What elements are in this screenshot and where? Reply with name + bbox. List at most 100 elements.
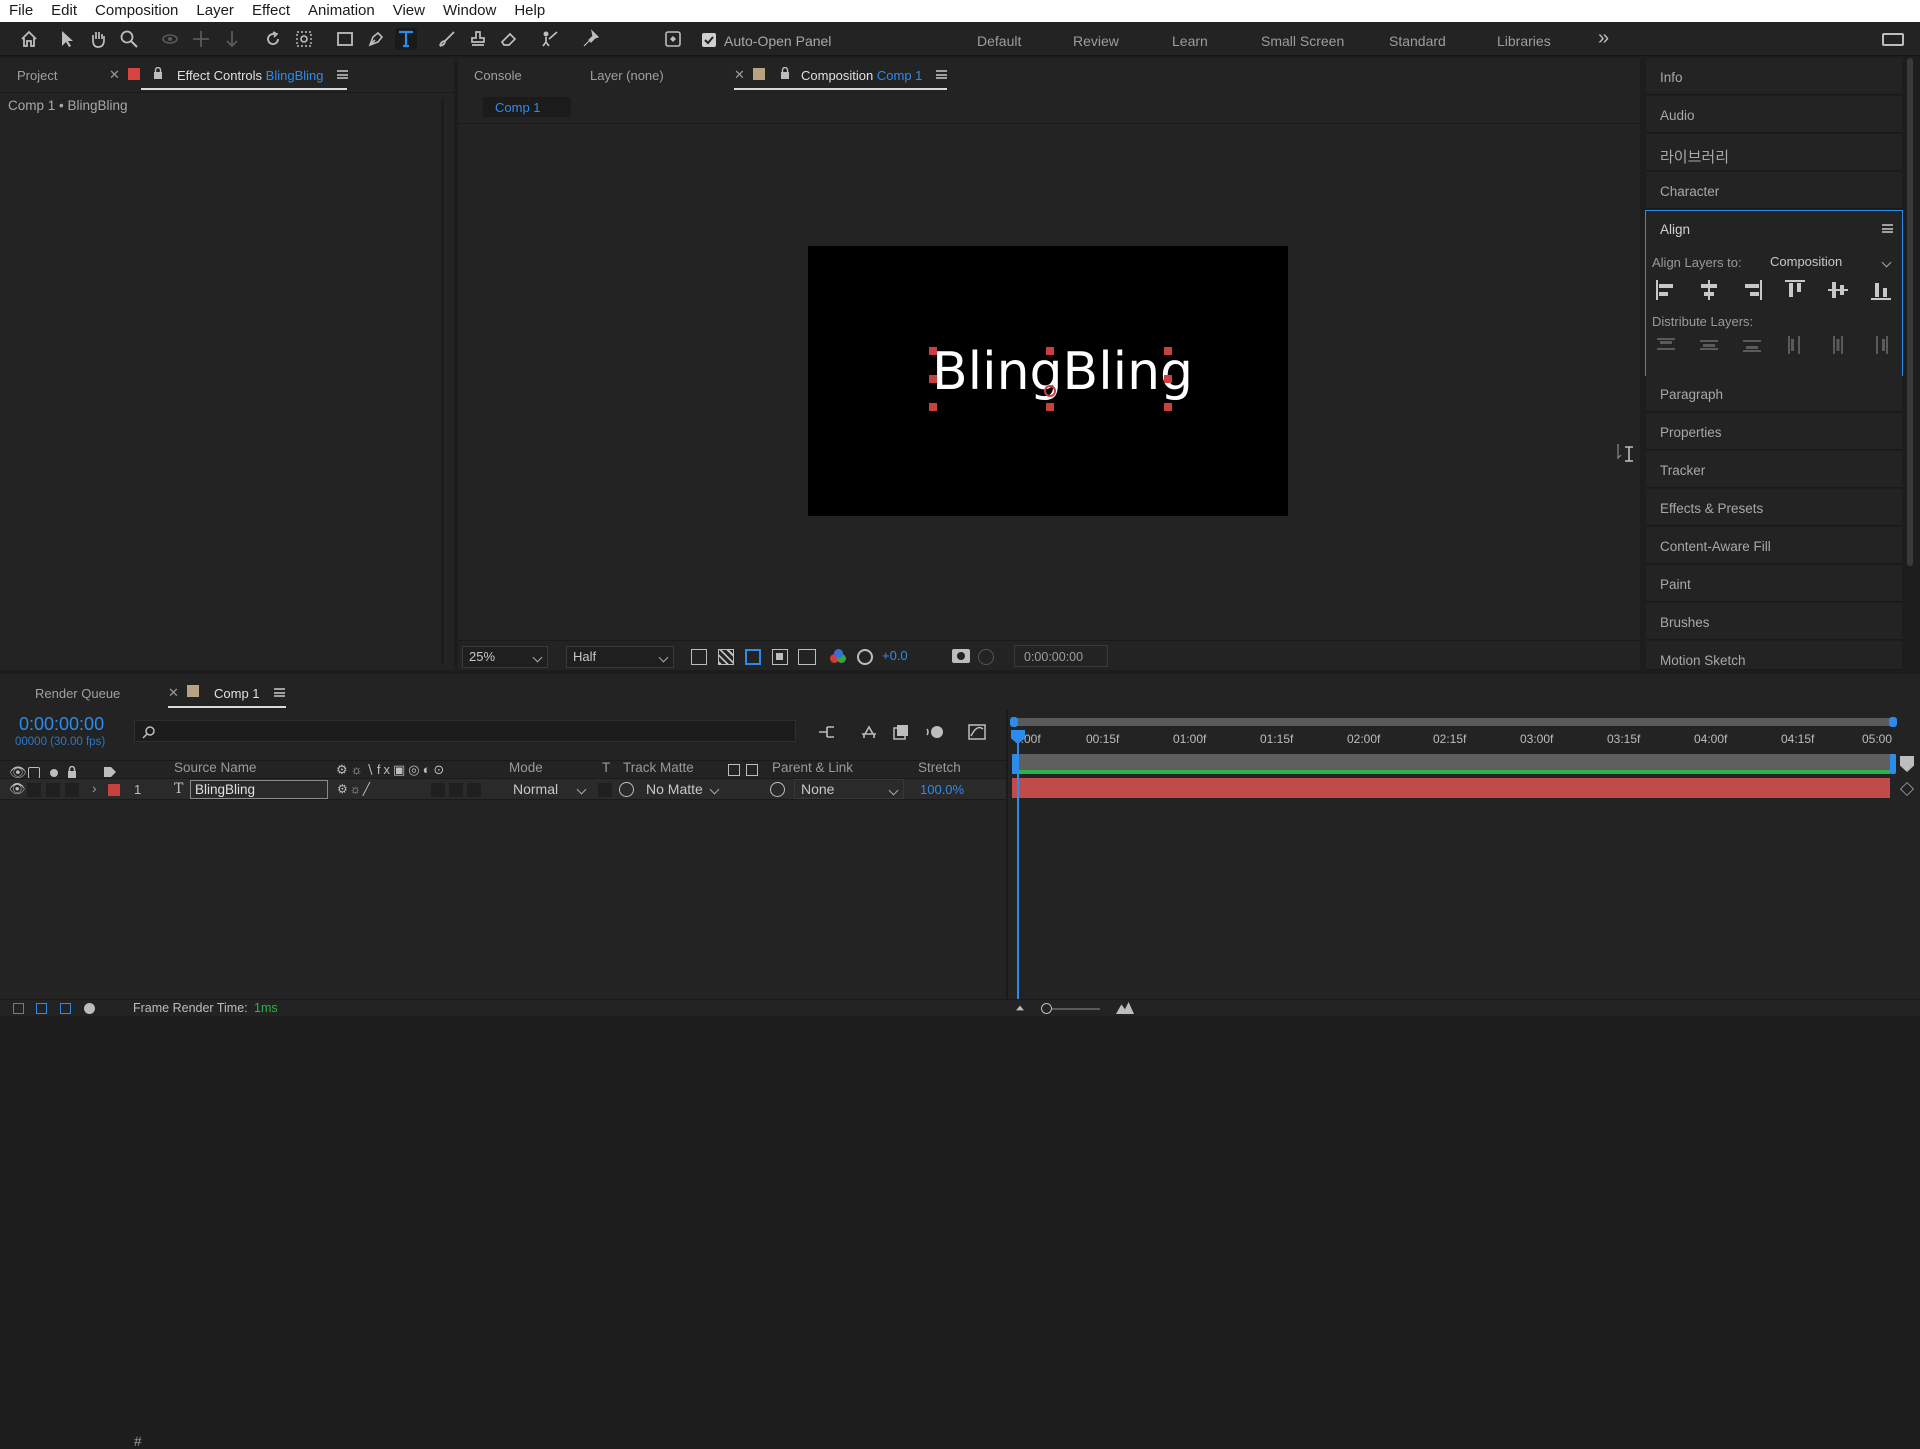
- frame-blending-icon[interactable]: [891, 722, 911, 742]
- layer-switch-slot[interactable]: [449, 783, 463, 797]
- zoom-dropdown[interactable]: 25%: [462, 646, 548, 668]
- expand-modes-icon[interactable]: [36, 1003, 47, 1014]
- menu-edit[interactable]: Edit: [42, 0, 86, 22]
- tab-effect-controls[interactable]: Effect Controls BlingBling: [177, 68, 323, 83]
- align-left-icon[interactable]: [1654, 278, 1678, 302]
- layer-mode-dropdown[interactable]: Normal: [507, 779, 591, 799]
- menu-composition[interactable]: Composition: [86, 0, 187, 22]
- transparency-grid-icon[interactable]: [718, 649, 734, 665]
- anchor-point-tool-icon[interactable]: [293, 28, 315, 50]
- menu-effect[interactable]: Effect: [243, 0, 299, 22]
- panel-brushes[interactable]: Brushes: [1646, 603, 1902, 640]
- panel-properties[interactable]: Properties: [1646, 413, 1902, 450]
- align-vertical-center-icon[interactable]: [1826, 278, 1850, 302]
- lock-icon[interactable]: [780, 67, 790, 79]
- layer-switch-icons[interactable]: ⚙☼╱: [337, 782, 372, 796]
- transform-handle[interactable]: [929, 375, 937, 383]
- rotate-tool-icon[interactable]: [262, 28, 284, 50]
- region-of-interest-icon[interactable]: [772, 649, 788, 665]
- close-tab-icon[interactable]: ✕: [109, 67, 120, 83]
- col-source-name[interactable]: Source Name: [174, 760, 257, 775]
- col-mode[interactable]: Mode: [509, 760, 543, 775]
- menu-view[interactable]: View: [384, 0, 434, 22]
- parent-pickwhip-icon[interactable]: [770, 782, 785, 797]
- expand-chevron-icon[interactable]: ›: [92, 780, 97, 796]
- viewer-timecode[interactable]: 0:00:00:00: [1014, 645, 1108, 667]
- layer-lock-toggle[interactable]: [65, 783, 79, 797]
- panel-menu-icon[interactable]: [274, 688, 285, 697]
- motion-blur-icon[interactable]: [925, 722, 945, 742]
- tab-timeline-comp[interactable]: Comp 1: [214, 686, 260, 701]
- exposure-value[interactable]: +0.0: [882, 648, 908, 663]
- table-row[interactable]: 👁 › 1 T BlingBling ⚙☼╱ Normal No Matte N…: [0, 778, 1008, 800]
- panel-character[interactable]: Character: [1646, 172, 1902, 209]
- puppet-pin-icon[interactable]: [580, 28, 602, 50]
- layer-audio-toggle[interactable]: [27, 783, 41, 797]
- current-time-display[interactable]: 0:00:00:00: [19, 714, 104, 735]
- panel-content-aware-fill[interactable]: Content-Aware Fill: [1646, 527, 1902, 564]
- layer-solo-toggle[interactable]: [46, 783, 60, 797]
- timeline-zoom-thumb[interactable]: [1041, 1003, 1052, 1014]
- guides-grid-icon[interactable]: [798, 649, 816, 665]
- time-navigator-end-handle[interactable]: [1889, 717, 1897, 727]
- tab-project[interactable]: Project: [17, 68, 57, 83]
- transform-handle[interactable]: [1164, 347, 1172, 355]
- zoom-in-icon[interactable]: [1116, 1002, 1134, 1014]
- hand-tool-icon[interactable]: [87, 28, 109, 50]
- transform-handle[interactable]: [1164, 403, 1172, 411]
- workspace-overflow-icon[interactable]: »: [1598, 27, 1609, 50]
- composition-canvas[interactable]: BlingBling: [808, 246, 1288, 516]
- layer-switch-slot[interactable]: [467, 783, 481, 797]
- transform-handle[interactable]: [929, 347, 937, 355]
- expand-timing-icon[interactable]: [60, 1003, 71, 1014]
- timeline-search-input[interactable]: [134, 720, 796, 742]
- workspace-review[interactable]: Review: [1073, 33, 1119, 49]
- time-navigator-start-handle[interactable]: [1010, 717, 1018, 727]
- keyframe-nav-icon[interactable]: [1900, 782, 1914, 796]
- mask-visibility-icon[interactable]: [745, 649, 761, 665]
- panel-menu-icon[interactable]: [337, 70, 348, 79]
- align-bottom-icon[interactable]: [1869, 278, 1893, 302]
- align-horizontal-center-icon[interactable]: [1697, 278, 1721, 302]
- right-panel-scrollbar[interactable]: [1907, 58, 1913, 566]
- panel-menu-icon[interactable]: [1882, 224, 1893, 233]
- resolution-dropdown[interactable]: Half: [566, 646, 674, 668]
- layer-name-field[interactable]: BlingBling: [190, 780, 328, 799]
- close-tab-icon[interactable]: ✕: [168, 685, 179, 701]
- timeline-splitter[interactable]: [1006, 710, 1008, 1000]
- pen-tool-icon[interactable]: [365, 28, 387, 50]
- share-review-icon[interactable]: [1882, 33, 1904, 46]
- time-navigator[interactable]: [1012, 718, 1896, 726]
- workspace-default[interactable]: Default: [977, 33, 1021, 49]
- panel-info[interactable]: Info: [1646, 58, 1902, 95]
- work-area-end-handle[interactable]: [1890, 754, 1896, 774]
- eraser-tool-icon[interactable]: [498, 28, 520, 50]
- transform-handle[interactable]: [929, 403, 937, 411]
- layer-visibility-icon[interactable]: 👁: [9, 781, 26, 797]
- roto-brush-icon[interactable]: [539, 28, 561, 50]
- close-tab-icon[interactable]: ✕: [734, 67, 745, 83]
- zoom-out-icon[interactable]: [1016, 1005, 1024, 1011]
- panel-snap-icon[interactable]: [662, 28, 684, 50]
- track-matte-dropdown[interactable]: No Matte: [640, 779, 724, 799]
- comp-marker-bin-icon[interactable]: [1900, 756, 1914, 772]
- workspace-small-screen[interactable]: Small Screen: [1261, 33, 1344, 49]
- col-stretch[interactable]: Stretch: [918, 760, 961, 775]
- anchor-point-icon[interactable]: [1044, 385, 1056, 397]
- menu-animation[interactable]: Animation: [299, 0, 384, 22]
- zoom-tool-icon[interactable]: [118, 28, 140, 50]
- snapshot-camera-icon[interactable]: [952, 649, 970, 663]
- channels-icon[interactable]: [830, 649, 846, 665]
- workspace-libraries[interactable]: Libraries: [1497, 33, 1551, 49]
- rectangle-tool-icon[interactable]: [334, 28, 356, 50]
- parent-dropdown[interactable]: None: [794, 779, 904, 799]
- panel-audio[interactable]: Audio: [1646, 96, 1902, 133]
- reset-exposure-icon[interactable]: [857, 649, 873, 665]
- layer-duration-bar[interactable]: [1012, 778, 1890, 798]
- matte-pickwhip-icon[interactable]: [619, 782, 634, 797]
- panel-paint[interactable]: Paint: [1646, 565, 1902, 602]
- layer-label-color[interactable]: [108, 784, 120, 796]
- work-area-bar[interactable]: [1012, 754, 1896, 770]
- fast-previews-icon[interactable]: [691, 649, 707, 665]
- panel-libraries-kr[interactable]: 라이브러리: [1646, 134, 1902, 171]
